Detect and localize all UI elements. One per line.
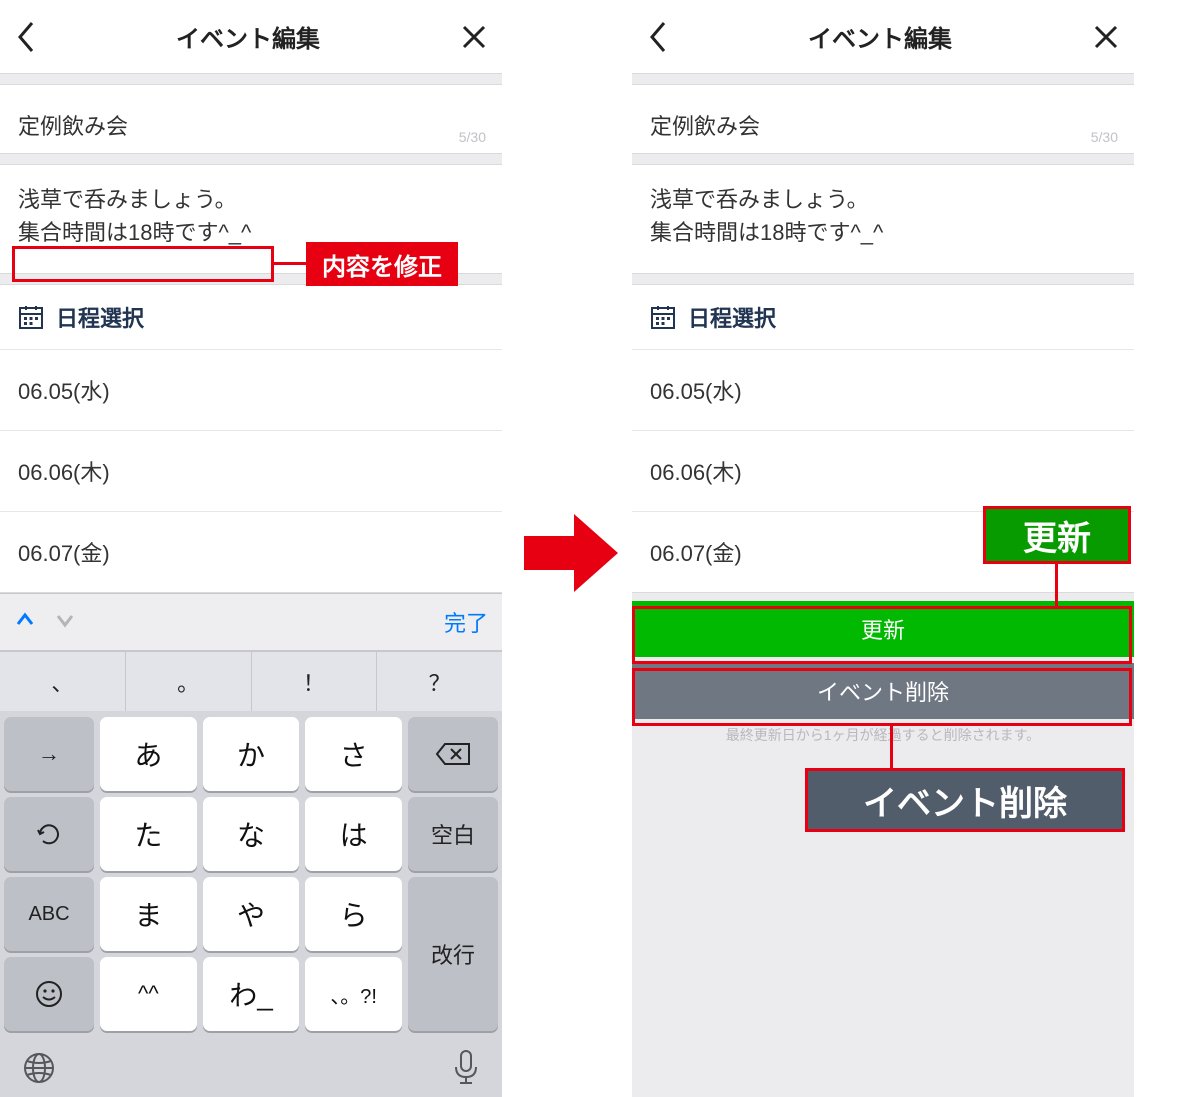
header: イベント編集 [632,0,1134,74]
delete-footnote: 最終更新日から1ヶ月が経過すると削除されます。 [632,725,1134,745]
date-row[interactable]: 06.05(水) [0,350,502,431]
header-title: イベント編集 [176,19,320,54]
annotation-line [274,262,306,265]
kana-key[interactable]: か [203,717,300,791]
done-button[interactable]: 完了 [444,606,488,638]
action-area: 更新 イベント削除 最終更新日から1ヶ月が経過すると削除されます。 [632,601,1134,745]
close-icon[interactable] [460,23,488,51]
annotation-callout-delete: イベント削除 [805,768,1125,832]
enter-key[interactable]: 改行 [408,877,498,1031]
mic-icon[interactable] [452,1049,480,1092]
calendar-icon [18,304,44,330]
kana-key[interactable]: 、。?! [305,957,402,1031]
char-counter: 5/30 [459,129,486,145]
back-icon[interactable] [14,20,36,54]
desc-line: 集合時間は18時です^_^ [650,216,1116,249]
arrow-icon [516,498,626,608]
kana-key[interactable]: ^^ [100,957,197,1031]
desc-line: 浅草で呑みましょう。 [650,183,1116,216]
phone-left: イベント編集 定例飲み会 5/30 浅草で呑みましょう。 集合時間は18時です^… [0,0,502,1097]
undo-key[interactable] [4,797,94,871]
back-icon[interactable] [646,20,668,54]
keyboard-accessory: 完了 [0,593,502,651]
kana-key[interactable]: な [203,797,300,871]
symbol-key[interactable]: 、 [0,652,126,711]
symbol-key[interactable]: ？ [377,652,502,711]
date-row[interactable]: 06.07(金) [0,512,502,592]
date-row[interactable]: 06.06(木) [632,431,1134,512]
annotation-line [1055,564,1058,606]
annotation-label: 内容を修正 [306,242,458,286]
kana-key[interactable]: ら [305,877,402,951]
abc-key[interactable]: ABC [4,877,94,951]
char-counter: 5/30 [1091,129,1118,145]
kana-key[interactable]: あ [100,717,197,791]
event-title-field[interactable]: 定例飲み会 5/30 [0,84,502,154]
kana-key[interactable]: や [203,877,300,951]
date-row[interactable]: 06.05(水) [632,350,1134,431]
schedule-label: 日程選択 [688,301,776,333]
annotation-callout-update: 更新 [983,506,1131,564]
backspace-key[interactable] [408,717,498,791]
date-row[interactable]: 06.06(木) [0,431,502,512]
arrow-key[interactable]: → [4,717,94,791]
kana-key[interactable]: は [305,797,402,871]
schedule-header: 日程選択 [632,285,1134,350]
schedule-section: 日程選択 06.05(水) 06.06(木) 06.07(金) [0,284,502,593]
header-title: イベント編集 [808,19,952,54]
close-icon[interactable] [1092,23,1120,51]
update-button[interactable]: 更新 [632,601,1134,657]
kana-key[interactable]: た [100,797,197,871]
prev-field-icon[interactable] [14,609,36,636]
globe-icon[interactable] [22,1051,56,1090]
delete-button[interactable]: イベント削除 [632,663,1134,719]
kana-key[interactable]: わ_ [203,957,300,1031]
kana-keyboard: → あ か さ た な は 空白 ABC ま や ら 改行 ^^ わ_ 、。?! [0,711,502,1035]
event-title-text: 定例飲み会 [18,109,484,141]
schedule-header: 日程選択 [0,285,502,350]
kana-key[interactable]: ま [100,877,197,951]
symbol-suggestion-row: 、 。 ！ ？ [0,651,502,711]
space-key[interactable]: 空白 [408,797,498,871]
event-desc-field[interactable]: 浅草で呑みましょう。 集合時間は18時です^_^ [632,164,1134,274]
header: イベント編集 [0,0,502,74]
desc-line: 浅草で呑みましょう。 [18,183,484,216]
event-title-field[interactable]: 定例飲み会 5/30 [632,84,1134,154]
annotation-line [890,726,893,768]
next-field-icon[interactable] [54,609,76,636]
event-title-text: 定例飲み会 [650,109,1116,141]
keyboard-bottom-bar [0,1035,502,1097]
calendar-icon [650,304,676,330]
emoji-key[interactable] [4,957,94,1031]
kana-key[interactable]: さ [305,717,402,791]
schedule-label: 日程選択 [56,301,144,333]
symbol-key[interactable]: ！ [252,652,378,711]
symbol-key[interactable]: 。 [126,652,252,711]
